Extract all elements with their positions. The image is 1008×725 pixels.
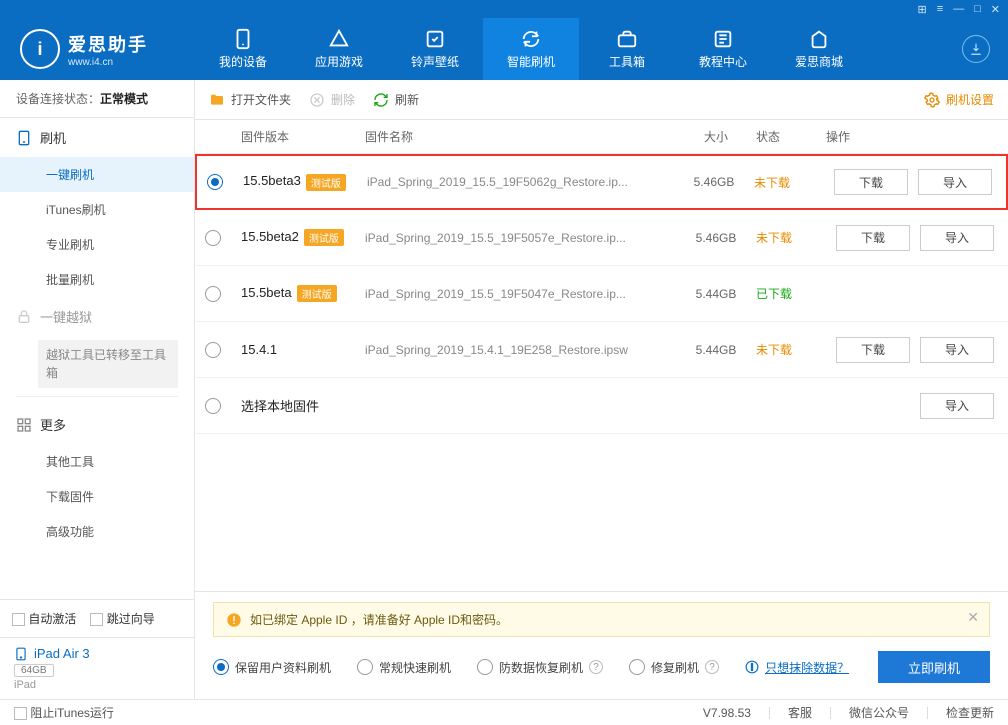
jailbreak-notice: 越狱工具已转移至工具箱 [38, 340, 178, 388]
firmware-row[interactable]: 15.4.1iPad_Spring_2019_15.4.1_19E258_Res… [195, 322, 1008, 378]
help-icon[interactable]: ? [705, 660, 719, 674]
settings-button[interactable]: 刷机设置 [924, 91, 994, 108]
sidebar-item[interactable]: 高级功能 [0, 514, 194, 549]
footer-link-support[interactable]: 客服 [788, 704, 812, 721]
sidebar-group-more[interactable]: 更多 [0, 405, 194, 444]
erase-data-link[interactable]: 只想抹除数据？ [745, 659, 849, 676]
device-capacity: 64GB [14, 664, 54, 677]
opt-repair[interactable]: 修复刷机? [629, 659, 719, 676]
top-tab-3[interactable]: 智能刷机 [483, 18, 579, 80]
firmware-row[interactable]: 15.5beta测试版iPad_Spring_2019_15.5_19F5047… [195, 266, 1008, 322]
titlebar-btn-min[interactable]: — [953, 3, 964, 15]
top-tab-1[interactable]: 应用游戏 [291, 18, 387, 80]
row-radio[interactable] [205, 398, 221, 414]
top-tab-4[interactable]: 工具箱 [579, 18, 675, 80]
row-radio[interactable] [205, 230, 221, 246]
flash-now-button[interactable]: 立即刷机 [878, 651, 990, 683]
row-radio[interactable] [205, 286, 221, 302]
top-tab-0[interactable]: 我的设备 [195, 18, 291, 80]
main-panel: 打开文件夹 删除 刷新 刷机设置 固件版本 固件名称 大小 状态 操作 15.5… [195, 80, 1008, 699]
footer-link-wechat[interactable]: 微信公众号 [849, 704, 909, 721]
status-bar: 阻止iTunes运行 V7.98.53 客服 微信公众号 检查更新 [0, 699, 1008, 725]
row-radio[interactable] [205, 342, 221, 358]
sidebar-group-jailbreak: 一键越狱 [0, 297, 194, 336]
download-button[interactable]: 下载 [836, 337, 910, 363]
refresh-button[interactable]: 刷新 [373, 91, 419, 108]
download-button[interactable]: 下载 [836, 225, 910, 251]
sidebar: 设备连接状态：正常模式 刷机 一键刷机iTunes刷机专业刷机批量刷机 一键越狱… [0, 80, 195, 699]
alert-close-icon[interactable]: ✕ [967, 609, 979, 626]
sidebar-item[interactable]: 其他工具 [0, 444, 194, 479]
connection-status: 设备连接状态：正常模式 [0, 80, 194, 118]
top-tab-5[interactable]: 教程中心 [675, 18, 771, 80]
sidebar-options: 自动激活 跳过向导 [0, 599, 194, 637]
import-button[interactable]: 导入 [920, 393, 994, 419]
bottom-panel: 如已绑定 Apple ID ，请准备好 Apple ID和密码。 ✕ 保留用户资… [195, 591, 1008, 699]
top-tab-2[interactable]: 铃声壁纸 [387, 18, 483, 80]
download-button[interactable]: 下载 [834, 169, 908, 195]
sidebar-item[interactable]: 专业刷机 [0, 227, 194, 262]
sidebar-item[interactable]: 批量刷机 [0, 262, 194, 297]
sidebar-item[interactable]: iTunes刷机 [0, 192, 194, 227]
window-titlebar: ⊞ ≡ — □ ✕ [0, 0, 1008, 18]
firmware-row[interactable]: 15.5beta2测试版iPad_Spring_2019_15.5_19F505… [195, 210, 1008, 266]
device-name: iPad Air 3 [34, 646, 90, 661]
toolbar: 打开文件夹 删除 刷新 刷机设置 [195, 80, 1008, 120]
logo-icon: i [20, 29, 60, 69]
open-folder-button[interactable]: 打开文件夹 [209, 91, 291, 108]
import-button[interactable]: 导入 [920, 337, 994, 363]
device-info[interactable]: iPad Air 3 64GB iPad [0, 637, 194, 699]
delete-button[interactable]: 删除 [309, 91, 355, 108]
apple-id-alert: 如已绑定 Apple ID ，请准备好 Apple ID和密码。 ✕ [213, 602, 990, 637]
logo-title: 爱思助手 [68, 31, 148, 57]
device-type: iPad [14, 679, 180, 691]
table-header: 固件版本 固件名称 大小 状态 操作 [195, 120, 1008, 154]
app-version: V7.98.53 [703, 706, 751, 720]
sidebar-item[interactable]: 一键刷机 [0, 157, 194, 192]
block-itunes-checkbox[interactable]: 阻止iTunes运行 [14, 704, 114, 721]
titlebar-btn-max[interactable]: □ [974, 3, 981, 15]
firmware-row[interactable]: 15.5beta3测试版iPad_Spring_2019_15.5_19F506… [195, 154, 1008, 210]
opt-antidata[interactable]: 防数据恢复刷机? [477, 659, 603, 676]
titlebar-btn-close[interactable]: ✕ [991, 3, 1000, 16]
auto-activate-checkbox[interactable]: 自动激活 [12, 610, 76, 627]
download-indicator-icon[interactable] [962, 35, 990, 63]
opt-keepdata[interactable]: 保留用户资料刷机 [213, 659, 331, 676]
titlebar-btn-menu[interactable]: ≡ [937, 3, 943, 15]
top-tab-6[interactable]: 爱思商城 [771, 18, 867, 80]
sidebar-item[interactable]: 下载固件 [0, 479, 194, 514]
footer-link-update[interactable]: 检查更新 [946, 704, 994, 721]
opt-normal[interactable]: 常规快速刷机 [357, 659, 451, 676]
titlebar-btn-grid[interactable]: ⊞ [917, 3, 926, 16]
row-radio[interactable] [207, 174, 223, 190]
firmware-row[interactable]: 选择本地固件导入 [195, 378, 1008, 434]
import-button[interactable]: 导入 [920, 225, 994, 251]
logo-sub: www.i4.cn [68, 57, 148, 68]
sidebar-group-flash[interactable]: 刷机 [0, 118, 194, 157]
app-header: i 爱思助手 www.i4.cn 我的设备应用游戏铃声壁纸智能刷机工具箱教程中心… [0, 18, 1008, 80]
logo: i 爱思助手 www.i4.cn [0, 29, 195, 69]
skip-guide-checkbox[interactable]: 跳过向导 [90, 610, 154, 627]
help-icon[interactable]: ? [589, 660, 603, 674]
import-button[interactable]: 导入 [918, 169, 992, 195]
